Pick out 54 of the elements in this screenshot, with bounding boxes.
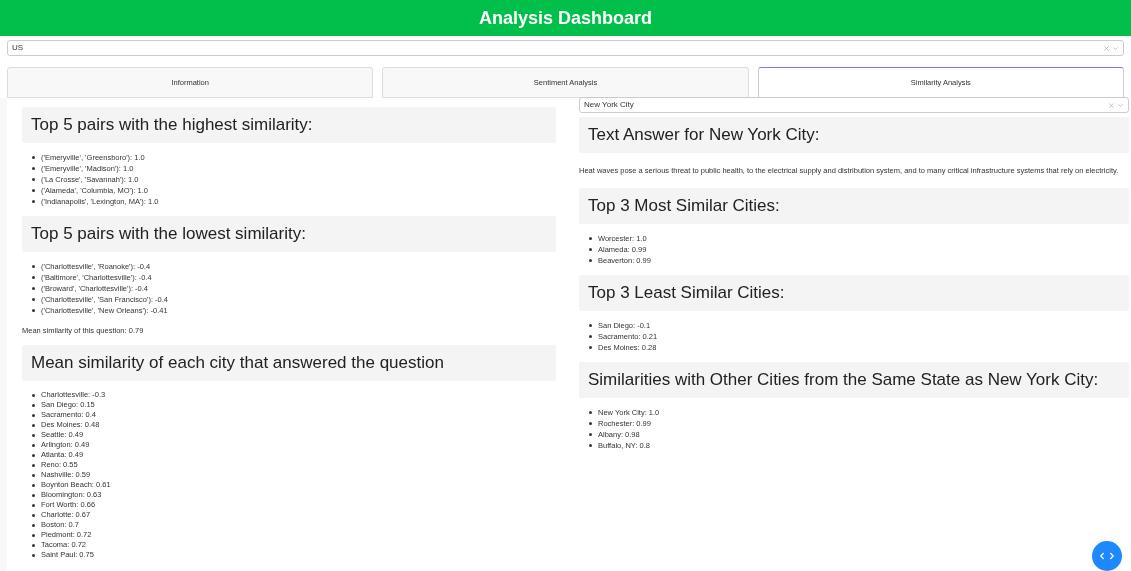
bullet-icon — [32, 523, 35, 527]
bullet-icon — [32, 473, 35, 477]
bullet-icon — [589, 324, 592, 328]
bullet-icon — [32, 167, 35, 170]
section-heading: Text Answer for New York City: — [579, 117, 1129, 153]
bullet-icon — [32, 189, 35, 192]
bullet-icon — [32, 413, 35, 417]
bullet-icon — [32, 483, 35, 487]
country-select[interactable]: US — [7, 40, 1124, 56]
bullet-icon — [589, 444, 592, 448]
bullet-icon — [32, 393, 35, 397]
bullet-icon — [32, 298, 35, 301]
bullet-icon — [32, 503, 35, 507]
bullet-icon — [589, 335, 592, 339]
bullet-icon — [32, 543, 35, 547]
bullet-icon — [32, 276, 35, 279]
section-heading: Top 3 Most Similar Cities: — [579, 188, 1129, 225]
bullet-icon — [32, 200, 35, 203]
clear-icon[interactable] — [1103, 44, 1110, 52]
bullet-icon — [32, 443, 35, 447]
caret-icon[interactable] — [1112, 44, 1119, 52]
bullet-icon — [589, 346, 592, 350]
bullet-icon — [32, 553, 35, 557]
bullet-icon — [589, 422, 592, 426]
bullet-icon — [32, 178, 35, 181]
bullet-icon — [32, 433, 35, 437]
bullet-icon — [32, 533, 35, 537]
bullet-icon — [32, 453, 35, 457]
bullet-icon — [32, 493, 35, 497]
code-toggle-button[interactable] — [1092, 541, 1122, 571]
bullet-icon — [32, 156, 35, 159]
bullet-icon — [32, 403, 35, 407]
bullet-icon — [32, 513, 35, 517]
bullet-icon — [32, 287, 35, 290]
chevron-right-icon — [1107, 551, 1117, 561]
bullet-icon — [32, 423, 35, 427]
section-heading: Mean similarity of each city that answered the question — [22, 345, 556, 382]
section-heading: Similarities with Other Cities from the Same State as New York City: — [579, 362, 1129, 399]
bullet-icon — [589, 259, 592, 263]
city-select[interactable]: New York City — [579, 97, 1129, 113]
bullet-icon — [589, 411, 592, 415]
bullet-icon — [32, 309, 35, 312]
bullet-icon — [589, 433, 592, 437]
header-bar: Analysis Dashboard — [0, 0, 1131, 36]
chevron-left-icon — [1097, 551, 1107, 561]
section-heading: Top 5 pairs with the highest similarity: — [22, 107, 556, 143]
section-heading: Top 3 Least Similar Cities: — [579, 275, 1129, 312]
bullet-icon — [32, 265, 35, 268]
section-heading: Top 5 pairs with the lowest similarity: — [22, 216, 556, 252]
bullet-icon — [589, 248, 592, 252]
caret-icon[interactable] — [1117, 101, 1124, 109]
bullet-icon — [32, 463, 35, 467]
bullet-icon — [589, 237, 592, 241]
clear-icon[interactable] — [1108, 101, 1115, 109]
